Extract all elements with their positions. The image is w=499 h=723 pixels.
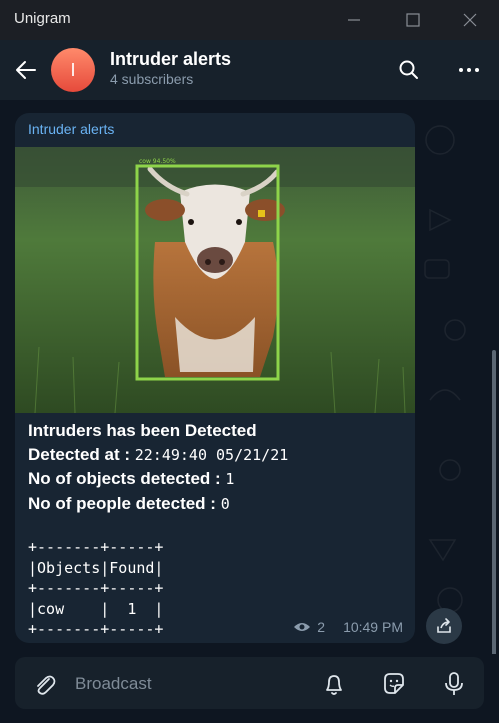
table-border-mid: +-------+-----+ [28, 579, 164, 597]
sticker-button[interactable] [379, 669, 409, 699]
table-header-row: |Objects|Found| [28, 558, 164, 577]
message-text: Intruders has been Detected Detected at … [28, 419, 408, 516]
table-row: |cow | 1 | [28, 599, 164, 618]
paperclip-icon [37, 675, 56, 695]
bell-icon [326, 675, 342, 695]
objects-count-value: 1 [225, 470, 235, 488]
message-heading: Intruders has been Detected [28, 421, 257, 440]
message-list[interactable]: Intruder alerts cow 94.50% Intruders has… [0, 100, 499, 654]
table-border-bottom: +-------+-----+ [28, 620, 164, 638]
arrow-left-icon [16, 61, 36, 79]
minimize-icon [348, 19, 360, 21]
close-icon [463, 13, 477, 27]
eye-icon [294, 623, 311, 631]
view-count: 2 [317, 619, 326, 635]
window-titlebar: Unigram [0, 0, 499, 40]
message-bubble[interactable]: Intruder alerts cow 94.50% Intruders has… [15, 113, 415, 643]
detected-at-value: 22:49:40 05/21/21 [134, 445, 289, 464]
objects-count-line: No of objects detected : 1 [28, 467, 408, 492]
detection-label: cow 94.50% [139, 158, 176, 165]
people-count-line: No of people detected : 0 [28, 492, 408, 517]
more-icon [459, 68, 479, 72]
objects-count-label: No of objects detected : [28, 469, 226, 488]
composer: Broadcast [0, 654, 499, 723]
attach-button[interactable] [32, 672, 58, 698]
more-button[interactable] [455, 56, 483, 84]
close-window-button[interactable] [458, 8, 482, 32]
detected-at-line: Detected at : 22:49:40 05/21/21 [28, 443, 408, 468]
sticker-icon [384, 673, 404, 694]
maximize-icon [406, 13, 420, 27]
detection-photo[interactable]: cow 94.50% [15, 147, 415, 413]
app-title: Unigram [14, 10, 71, 27]
results-table: +-------+-----+ |Objects|Found| +-------+-… [28, 537, 163, 640]
avatar[interactable]: I [51, 48, 95, 92]
search-button[interactable] [395, 56, 423, 84]
back-button[interactable] [12, 56, 40, 84]
message-meta: 2 10:49 PM [293, 619, 403, 635]
people-count-label: No of people detected : [28, 493, 221, 513]
subscriber-count: 4 subscribers [110, 71, 194, 87]
message-time: 10:49 PM [343, 619, 403, 635]
maximize-button[interactable] [401, 8, 425, 32]
notifications-button[interactable] [319, 669, 349, 699]
message-input[interactable]: Broadcast [75, 674, 152, 694]
share-button[interactable] [426, 608, 462, 644]
share-icon [437, 618, 451, 633]
people-count-value: 0 [220, 494, 230, 513]
table-border-top: +-------+-----+ [28, 538, 164, 556]
mic-icon [445, 672, 463, 695]
detected-at-label: Detected at : [28, 444, 135, 464]
message-author[interactable]: Intruder alerts [28, 121, 114, 137]
minimize-button[interactable] [342, 8, 366, 32]
voice-button[interactable] [439, 669, 469, 699]
composer-box: Broadcast [15, 657, 484, 709]
chat-header: I Intruder alerts 4 subscribers [0, 40, 499, 100]
scrollbar[interactable] [492, 350, 496, 654]
channel-title[interactable]: Intruder alerts [110, 49, 231, 70]
search-icon [399, 60, 418, 79]
